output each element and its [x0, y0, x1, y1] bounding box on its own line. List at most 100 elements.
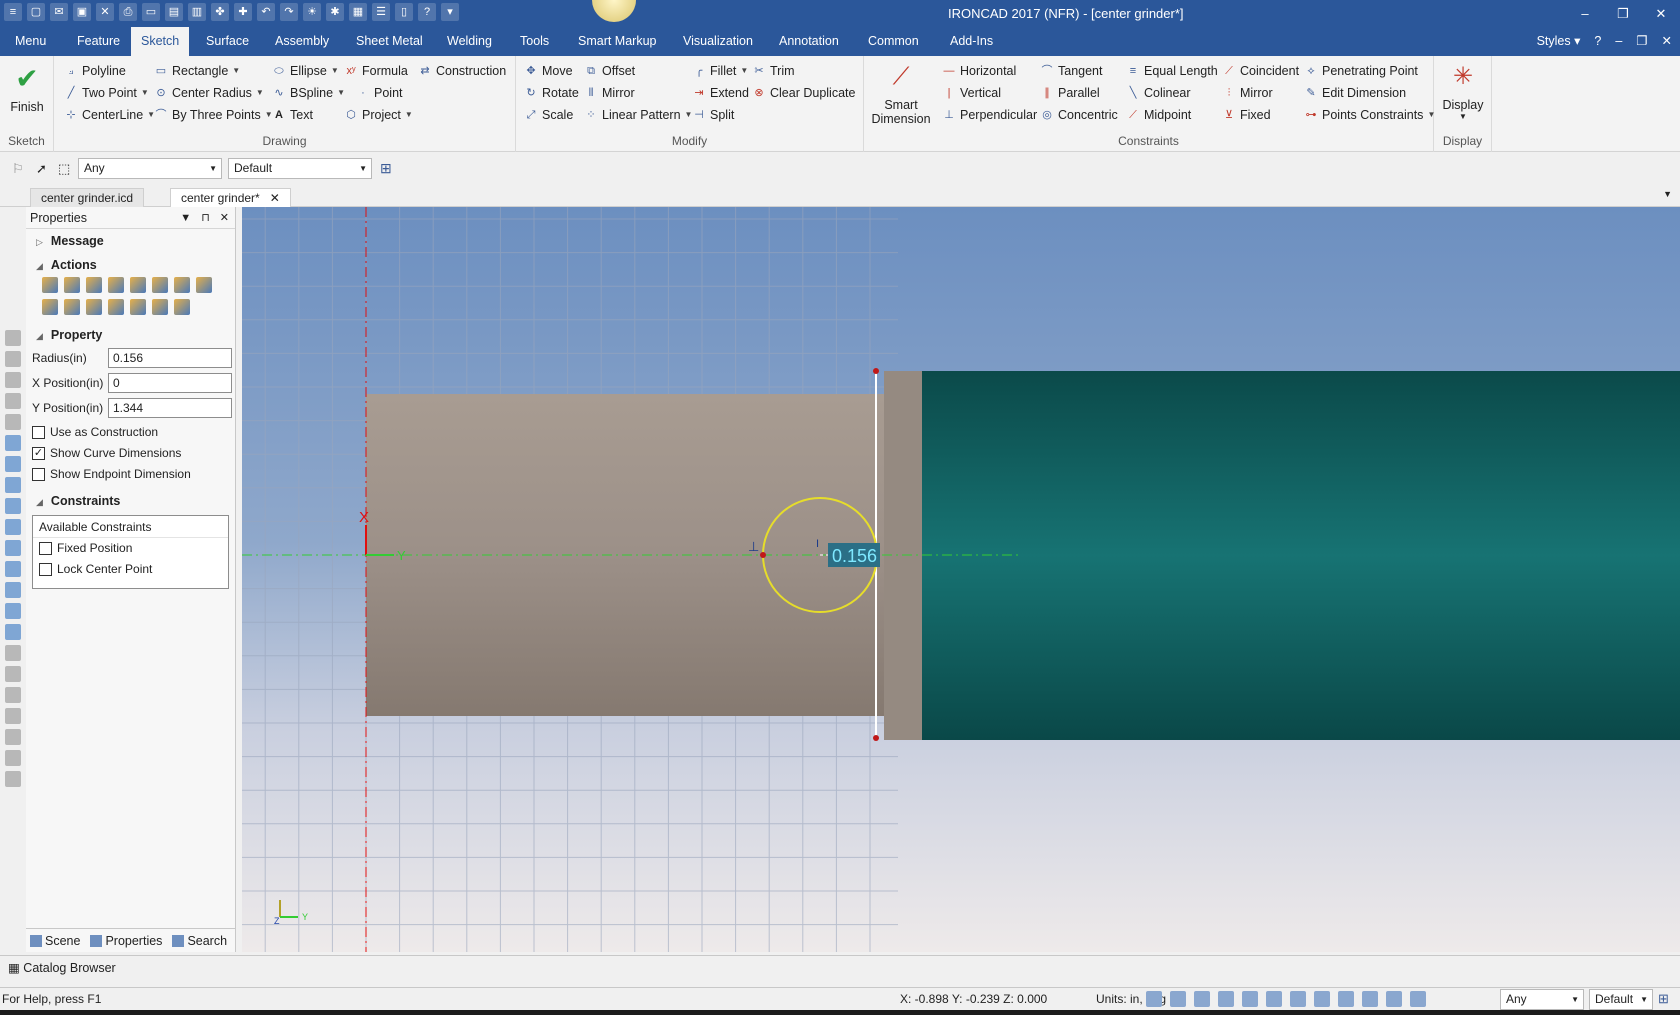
fixed-button[interactable]: ⊻ Fixed: [1222, 105, 1271, 125]
fillet-button[interactable]: ╭ Fillet ▼: [692, 61, 749, 81]
action-icon[interactable]: [196, 277, 212, 293]
section-property[interactable]: ◢ Property: [26, 323, 235, 347]
fixed-position-checkbox[interactable]: Fixed Position: [33, 538, 228, 559]
constraint-mirror-button[interactable]: ⫶ Mirror: [1222, 83, 1273, 103]
help-icon[interactable]: ?: [418, 3, 436, 21]
polyline-button[interactable]: ⟓ Polyline: [64, 61, 125, 81]
tab-sketch[interactable]: Sketch: [131, 27, 190, 56]
block-icon[interactable]: [5, 456, 21, 472]
tab-sheet-metal[interactable]: Sheet Metal: [346, 27, 433, 56]
redo-icon[interactable]: ↷: [280, 3, 298, 21]
render-icon[interactable]: ☀: [303, 3, 321, 21]
minimize-button[interactable]: –: [1566, 0, 1604, 27]
tool-icon[interactable]: [5, 351, 21, 367]
colinear-button[interactable]: ╲ Colinear: [1126, 83, 1191, 103]
two-point-button[interactable]: ╱ Two Point ▼: [64, 83, 149, 103]
coincident-button[interactable]: ⟋ Coincident: [1222, 61, 1299, 81]
pan-icon[interactable]: [1242, 991, 1258, 1007]
tool-icon[interactable]: [5, 687, 21, 703]
selection-filter-dropdown[interactable]: Any ▼: [78, 158, 222, 179]
doc-tab-center-grinder-icd[interactable]: center grinder.icd: [30, 188, 145, 207]
midpoint-button[interactable]: ⟋ Midpoint: [1126, 105, 1191, 125]
status-style-dropdown[interactable]: Default ▼: [1589, 989, 1653, 1010]
print-icon[interactable]: ⎙: [119, 3, 137, 21]
doc-minimize-button[interactable]: –: [1615, 27, 1622, 56]
orbit-icon[interactable]: [1266, 991, 1282, 1007]
action-icon[interactable]: [42, 299, 58, 315]
use-construction-checkbox[interactable]: Use as Construction: [26, 422, 235, 443]
block-icon[interactable]: [5, 519, 21, 535]
tab-add-ins[interactable]: Add-Ins: [940, 27, 1003, 56]
tab-tools[interactable]: Tools: [510, 27, 559, 56]
rotate-button[interactable]: ↻ Rotate: [524, 83, 578, 103]
lock-center-point-checkbox[interactable]: Lock Center Point: [33, 559, 228, 580]
3d-viewport[interactable]: ⊥ I 0.156 X Y Z Y: [242, 207, 1680, 952]
part-body-teal[interactable]: [922, 371, 1680, 740]
action-icon[interactable]: [108, 299, 124, 315]
status-filter-dropdown[interactable]: Any ▼: [1500, 989, 1584, 1010]
view-icon[interactable]: [1194, 991, 1210, 1007]
add-icon[interactable]: ✚: [234, 3, 252, 21]
split-button[interactable]: ⊣ Split: [692, 105, 734, 125]
new-icon[interactable]: ▢: [27, 3, 45, 21]
extend-button[interactable]: ⇥ Extend: [692, 83, 749, 103]
tab-common[interactable]: Common: [858, 27, 929, 56]
by-three-points-button[interactable]: ⌒ By Three Points ▼: [154, 105, 273, 125]
action-icon[interactable]: [64, 277, 80, 293]
equal-length-button[interactable]: ≡ Equal Length: [1126, 61, 1218, 81]
list-icon[interactable]: ☰: [372, 3, 390, 21]
zoom-icon[interactable]: [1146, 991, 1162, 1007]
tab-welding[interactable]: Welding: [437, 27, 502, 56]
formula-button[interactable]: xʸ Formula: [344, 61, 407, 81]
tool-icon[interactable]: [5, 645, 21, 661]
select-mode-icon[interactable]: ⬚: [58, 161, 70, 177]
shading-icon[interactable]: [1314, 991, 1330, 1007]
clear-duplicate-button[interactable]: ⊗ Clear Duplicate: [752, 83, 855, 103]
text-button[interactable]: A Text: [272, 105, 313, 125]
block-icon[interactable]: [5, 498, 21, 514]
block-icon[interactable]: [5, 624, 21, 640]
new-drawing-icon[interactable]: ▣: [73, 3, 91, 21]
tab-smart-markup[interactable]: Smart Markup: [568, 27, 667, 56]
select-icon[interactable]: [1410, 991, 1426, 1007]
pin-icon[interactable]: ⊓: [201, 207, 210, 229]
styles-menu[interactable]: Styles ▾: [1537, 27, 1581, 56]
show-endpoint-dimension-checkbox[interactable]: Show Endpoint Dimension: [26, 464, 235, 485]
action-icon[interactable]: [174, 277, 190, 293]
action-icon[interactable]: [42, 277, 58, 293]
bspline-button[interactable]: ∿ BSpline ▼: [272, 83, 345, 103]
radius-input[interactable]: 0.156: [108, 348, 232, 368]
quadrant-marker[interactable]: [760, 552, 766, 558]
open-icon[interactable]: ▭: [142, 3, 160, 21]
project-button[interactable]: ⬡ Project ▼: [344, 105, 413, 125]
hierarchy-icon[interactable]: ⊞: [380, 160, 392, 177]
tool-icon[interactable]: [5, 414, 21, 430]
camera-icon[interactable]: [1362, 991, 1378, 1007]
block-icon[interactable]: [5, 561, 21, 577]
tab-visualization[interactable]: Visualization: [673, 27, 763, 56]
display-button[interactable]: ✳ Display ▼: [1438, 60, 1488, 121]
scale-button[interactable]: ⤢ Scale: [524, 105, 574, 125]
undo-icon[interactable]: ↶: [257, 3, 275, 21]
action-icon[interactable]: [130, 299, 146, 315]
parallel-button[interactable]: ∥ Parallel: [1040, 83, 1099, 103]
tab-menu[interactable]: Menu: [5, 27, 56, 56]
save-all-icon[interactable]: ▥: [188, 3, 206, 21]
trim-button[interactable]: ✂ Trim: [752, 61, 794, 81]
tool-icon[interactable]: [5, 771, 21, 787]
tool-icon[interactable]: [5, 729, 21, 745]
construction-button[interactable]: ⇄ Construction: [418, 61, 506, 81]
box-icon[interactable]: [1338, 991, 1354, 1007]
penetrating-point-button[interactable]: ⟡ Penetrating Point: [1304, 61, 1418, 81]
scene-canvas[interactable]: ⊥ I 0.156 X Y Z Y: [242, 207, 1680, 952]
center-radius-button[interactable]: ⊙ Center Radius ▼: [154, 83, 263, 103]
tool-icon[interactable]: [5, 666, 21, 682]
doc-restore-button[interactable]: ❐: [1636, 27, 1647, 56]
block-icon[interactable]: [5, 540, 21, 556]
layout-icon[interactable]: ▯: [395, 3, 413, 21]
section-actions[interactable]: ◢ Actions: [26, 253, 235, 277]
y-position-input[interactable]: 1.344: [108, 398, 232, 418]
x-position-input[interactable]: 0: [108, 373, 232, 393]
action-icon[interactable]: [86, 277, 102, 293]
tool-icon[interactable]: [5, 750, 21, 766]
